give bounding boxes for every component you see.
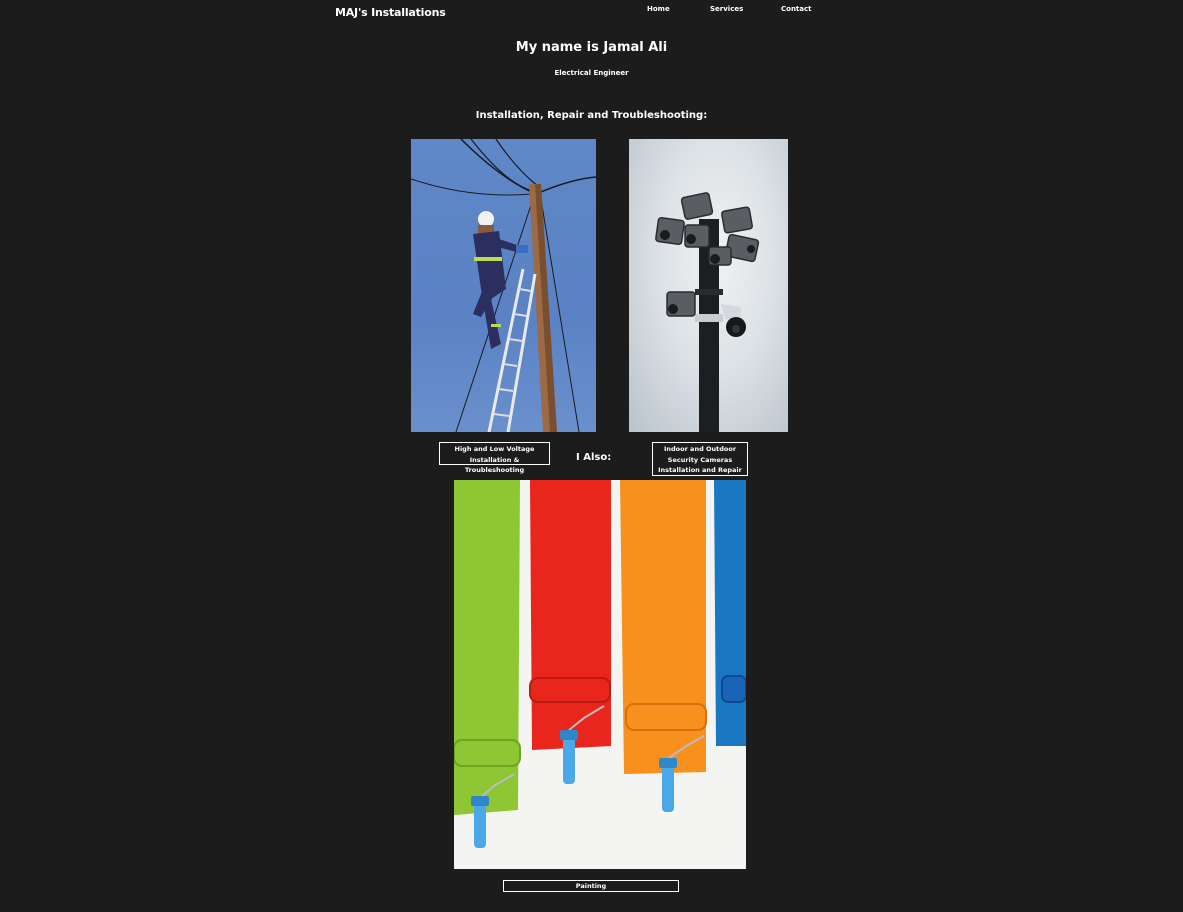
hero-title: My name is Jamal Ali [515,40,668,55]
nav-services[interactable]: Services [710,5,743,13]
caption-painting: Painting [503,880,679,892]
nav-home[interactable]: Home [647,5,670,13]
hero-subtitle: Electrical Engineer [554,69,629,77]
nav-contact[interactable]: Contact [781,5,812,13]
caption-high-low-voltage: High and Low Voltage Installation & Trou… [439,442,550,474]
cctv-pole-photo [629,139,788,432]
electrician-on-pole-photo [411,139,596,432]
services-heading: Installation, Repair and Troubleshooting… [475,110,708,121]
paint-rollers-photo [454,480,746,869]
also-label: I Also: [576,452,612,463]
caption-security-cameras: Indoor and Outdoor Security Cameras Inst… [652,442,748,476]
page: MAJ's Installations Home Services Contac… [0,0,1183,912]
brand-logo[interactable]: MAJ's Installations [335,6,446,19]
